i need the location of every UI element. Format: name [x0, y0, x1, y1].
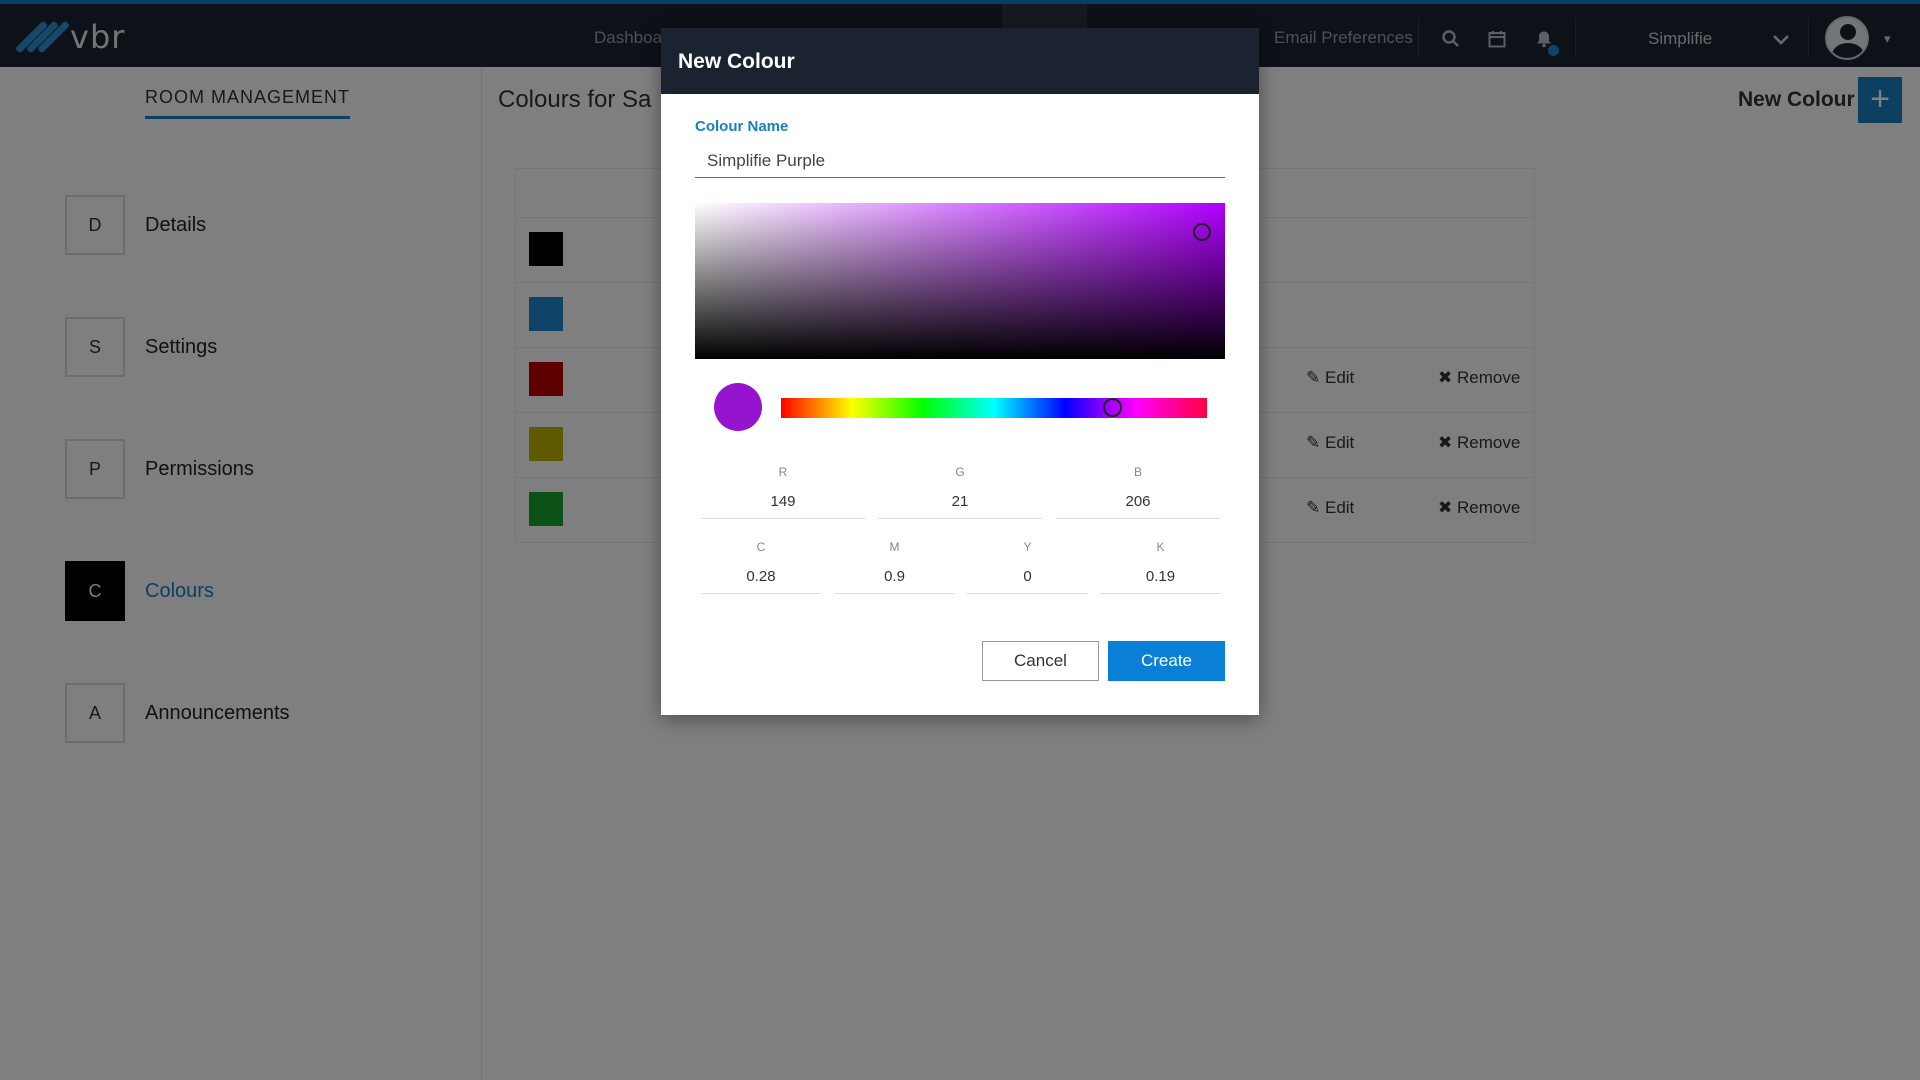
- colour-preview: [714, 383, 762, 431]
- colour-name-input[interactable]: [695, 144, 1225, 178]
- g-field: G 21: [878, 465, 1042, 519]
- saturation-value-picker[interactable]: [695, 203, 1225, 359]
- c-field: C 0.28: [701, 540, 821, 594]
- c-input[interactable]: 0.28: [701, 568, 821, 594]
- r-input[interactable]: 149: [701, 493, 865, 519]
- k-label: K: [1156, 540, 1165, 554]
- k-field: K 0.19: [1100, 540, 1221, 594]
- b-label: B: [1133, 465, 1142, 479]
- c-label: C: [756, 540, 766, 554]
- r-field: R 149: [701, 465, 865, 519]
- hue-slider[interactable]: [781, 398, 1207, 418]
- g-label: G: [955, 465, 965, 479]
- k-input[interactable]: 0.19: [1100, 568, 1221, 594]
- y-label: Y: [1023, 540, 1032, 554]
- m-input[interactable]: 0.9: [834, 568, 955, 594]
- hue-handle[interactable]: [1103, 398, 1122, 417]
- new-colour-dialog: New Colour Colour Name R 149 G 21 B 206 …: [661, 28, 1259, 715]
- b-field: B 206: [1056, 465, 1220, 519]
- saturation-handle[interactable]: [1193, 223, 1211, 241]
- y-field: Y 0: [967, 540, 1088, 594]
- m-field: M 0.9: [834, 540, 955, 594]
- create-button[interactable]: Create: [1108, 641, 1225, 681]
- b-input[interactable]: 206: [1056, 493, 1220, 519]
- g-input[interactable]: 21: [878, 493, 1042, 519]
- y-input[interactable]: 0: [967, 568, 1088, 594]
- colour-name-label: Colour Name: [695, 118, 789, 135]
- m-label: M: [889, 540, 900, 554]
- cancel-button[interactable]: Cancel: [982, 641, 1099, 681]
- dialog-title: New Colour: [661, 28, 1259, 94]
- r-label: R: [778, 465, 788, 479]
